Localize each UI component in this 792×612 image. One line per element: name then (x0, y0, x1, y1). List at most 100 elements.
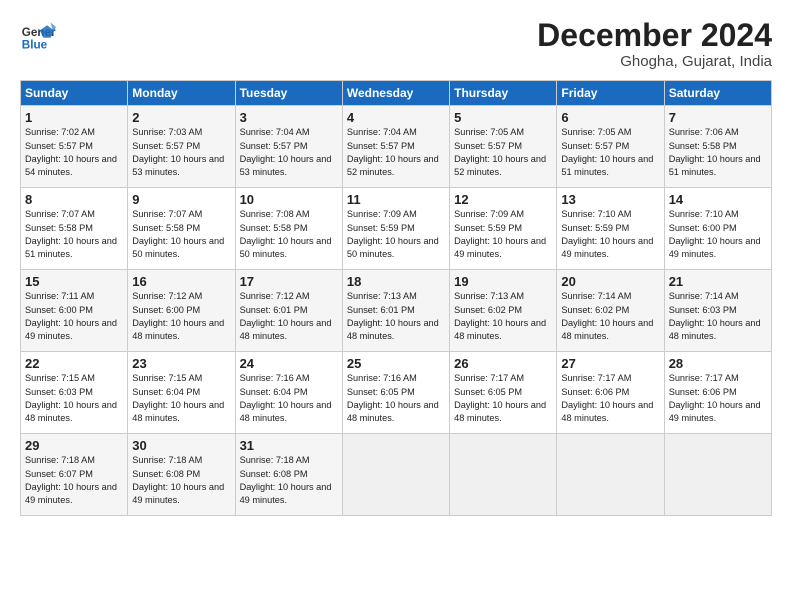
calendar-cell: 2Sunrise: 7:03 AMSunset: 5:57 PMDaylight… (128, 106, 235, 188)
svg-text:Blue: Blue (22, 39, 48, 52)
day-info: Sunrise: 7:10 AMSunset: 5:59 PMDaylight:… (561, 208, 659, 261)
col-wednesday: Wednesday (342, 81, 449, 106)
day-info: Sunrise: 7:18 AMSunset: 6:08 PMDaylight:… (240, 454, 338, 507)
day-number: 2 (132, 110, 230, 125)
calendar-cell: 23Sunrise: 7:15 AMSunset: 6:04 PMDayligh… (128, 352, 235, 434)
day-number: 22 (25, 356, 123, 371)
calendar-cell: 4Sunrise: 7:04 AMSunset: 5:57 PMDaylight… (342, 106, 449, 188)
day-info: Sunrise: 7:10 AMSunset: 6:00 PMDaylight:… (669, 208, 767, 261)
calendar-cell: 7Sunrise: 7:06 AMSunset: 5:58 PMDaylight… (664, 106, 771, 188)
day-number: 11 (347, 192, 445, 207)
calendar-cell: 14Sunrise: 7:10 AMSunset: 6:00 PMDayligh… (664, 188, 771, 270)
calendar-week-5: 29Sunrise: 7:18 AMSunset: 6:07 PMDayligh… (21, 434, 772, 516)
day-info: Sunrise: 7:12 AMSunset: 6:01 PMDaylight:… (240, 290, 338, 343)
calendar-cell: 16Sunrise: 7:12 AMSunset: 6:00 PMDayligh… (128, 270, 235, 352)
calendar-cell: 28Sunrise: 7:17 AMSunset: 6:06 PMDayligh… (664, 352, 771, 434)
day-number: 15 (25, 274, 123, 289)
calendar-cell: 31Sunrise: 7:18 AMSunset: 6:08 PMDayligh… (235, 434, 342, 516)
calendar-cell (450, 434, 557, 516)
col-tuesday: Tuesday (235, 81, 342, 106)
col-sunday: Sunday (21, 81, 128, 106)
calendar-cell: 19Sunrise: 7:13 AMSunset: 6:02 PMDayligh… (450, 270, 557, 352)
day-info: Sunrise: 7:16 AMSunset: 6:05 PMDaylight:… (347, 372, 445, 425)
calendar-cell: 3Sunrise: 7:04 AMSunset: 5:57 PMDaylight… (235, 106, 342, 188)
calendar-cell: 12Sunrise: 7:09 AMSunset: 5:59 PMDayligh… (450, 188, 557, 270)
day-info: Sunrise: 7:05 AMSunset: 5:57 PMDaylight:… (454, 126, 552, 179)
col-thursday: Thursday (450, 81, 557, 106)
day-info: Sunrise: 7:09 AMSunset: 5:59 PMDaylight:… (454, 208, 552, 261)
calendar-week-4: 22Sunrise: 7:15 AMSunset: 6:03 PMDayligh… (21, 352, 772, 434)
day-number: 31 (240, 438, 338, 453)
day-info: Sunrise: 7:08 AMSunset: 5:58 PMDaylight:… (240, 208, 338, 261)
day-info: Sunrise: 7:13 AMSunset: 6:02 PMDaylight:… (454, 290, 552, 343)
calendar-cell: 6Sunrise: 7:05 AMSunset: 5:57 PMDaylight… (557, 106, 664, 188)
col-monday: Monday (128, 81, 235, 106)
day-number: 25 (347, 356, 445, 371)
day-info: Sunrise: 7:15 AMSunset: 6:04 PMDaylight:… (132, 372, 230, 425)
col-friday: Friday (557, 81, 664, 106)
day-info: Sunrise: 7:14 AMSunset: 6:02 PMDaylight:… (561, 290, 659, 343)
calendar-cell: 30Sunrise: 7:18 AMSunset: 6:08 PMDayligh… (128, 434, 235, 516)
calendar-cell: 13Sunrise: 7:10 AMSunset: 5:59 PMDayligh… (557, 188, 664, 270)
day-info: Sunrise: 7:04 AMSunset: 5:57 PMDaylight:… (347, 126, 445, 179)
day-info: Sunrise: 7:16 AMSunset: 6:04 PMDaylight:… (240, 372, 338, 425)
calendar-cell: 24Sunrise: 7:16 AMSunset: 6:04 PMDayligh… (235, 352, 342, 434)
day-number: 5 (454, 110, 552, 125)
day-number: 27 (561, 356, 659, 371)
day-number: 30 (132, 438, 230, 453)
day-info: Sunrise: 7:13 AMSunset: 6:01 PMDaylight:… (347, 290, 445, 343)
day-number: 3 (240, 110, 338, 125)
day-number: 26 (454, 356, 552, 371)
calendar-cell (557, 434, 664, 516)
day-number: 10 (240, 192, 338, 207)
calendar-week-2: 8Sunrise: 7:07 AMSunset: 5:58 PMDaylight… (21, 188, 772, 270)
header: General Blue December 2024 Ghogha, Gujar… (20, 18, 772, 70)
day-number: 29 (25, 438, 123, 453)
calendar-cell: 11Sunrise: 7:09 AMSunset: 5:59 PMDayligh… (342, 188, 449, 270)
calendar-cell: 25Sunrise: 7:16 AMSunset: 6:05 PMDayligh… (342, 352, 449, 434)
day-number: 28 (669, 356, 767, 371)
day-number: 17 (240, 274, 338, 289)
calendar-cell: 5Sunrise: 7:05 AMSunset: 5:57 PMDaylight… (450, 106, 557, 188)
location: Ghogha, Gujarat, India (537, 53, 772, 70)
calendar-cell: 27Sunrise: 7:17 AMSunset: 6:06 PMDayligh… (557, 352, 664, 434)
calendar-cell: 21Sunrise: 7:14 AMSunset: 6:03 PMDayligh… (664, 270, 771, 352)
day-number: 23 (132, 356, 230, 371)
calendar-week-1: 1Sunrise: 7:02 AMSunset: 5:57 PMDaylight… (21, 106, 772, 188)
calendar-cell: 20Sunrise: 7:14 AMSunset: 6:02 PMDayligh… (557, 270, 664, 352)
header-row: Sunday Monday Tuesday Wednesday Thursday… (21, 81, 772, 106)
day-number: 12 (454, 192, 552, 207)
day-info: Sunrise: 7:09 AMSunset: 5:59 PMDaylight:… (347, 208, 445, 261)
calendar-cell: 26Sunrise: 7:17 AMSunset: 6:05 PMDayligh… (450, 352, 557, 434)
day-number: 14 (669, 192, 767, 207)
day-number: 7 (669, 110, 767, 125)
month-title: December 2024 (537, 18, 772, 53)
calendar-table: Sunday Monday Tuesday Wednesday Thursday… (20, 80, 772, 516)
day-info: Sunrise: 7:17 AMSunset: 6:06 PMDaylight:… (561, 372, 659, 425)
calendar-week-3: 15Sunrise: 7:11 AMSunset: 6:00 PMDayligh… (21, 270, 772, 352)
day-info: Sunrise: 7:06 AMSunset: 5:58 PMDaylight:… (669, 126, 767, 179)
day-info: Sunrise: 7:12 AMSunset: 6:00 PMDaylight:… (132, 290, 230, 343)
col-saturday: Saturday (664, 81, 771, 106)
logo: General Blue (20, 18, 56, 54)
calendar-cell: 8Sunrise: 7:07 AMSunset: 5:58 PMDaylight… (21, 188, 128, 270)
calendar-cell: 18Sunrise: 7:13 AMSunset: 6:01 PMDayligh… (342, 270, 449, 352)
day-info: Sunrise: 7:05 AMSunset: 5:57 PMDaylight:… (561, 126, 659, 179)
day-number: 18 (347, 274, 445, 289)
day-number: 21 (669, 274, 767, 289)
title-block: December 2024 Ghogha, Gujarat, India (537, 18, 772, 70)
day-number: 13 (561, 192, 659, 207)
day-info: Sunrise: 7:11 AMSunset: 6:00 PMDaylight:… (25, 290, 123, 343)
calendar-cell: 15Sunrise: 7:11 AMSunset: 6:00 PMDayligh… (21, 270, 128, 352)
calendar-cell: 22Sunrise: 7:15 AMSunset: 6:03 PMDayligh… (21, 352, 128, 434)
day-info: Sunrise: 7:18 AMSunset: 6:08 PMDaylight:… (132, 454, 230, 507)
logo-icon: General Blue (20, 18, 56, 54)
day-info: Sunrise: 7:15 AMSunset: 6:03 PMDaylight:… (25, 372, 123, 425)
calendar-page: General Blue December 2024 Ghogha, Gujar… (0, 0, 792, 612)
day-info: Sunrise: 7:14 AMSunset: 6:03 PMDaylight:… (669, 290, 767, 343)
calendar-cell (342, 434, 449, 516)
calendar-cell: 29Sunrise: 7:18 AMSunset: 6:07 PMDayligh… (21, 434, 128, 516)
calendar-cell: 17Sunrise: 7:12 AMSunset: 6:01 PMDayligh… (235, 270, 342, 352)
day-number: 20 (561, 274, 659, 289)
day-number: 8 (25, 192, 123, 207)
